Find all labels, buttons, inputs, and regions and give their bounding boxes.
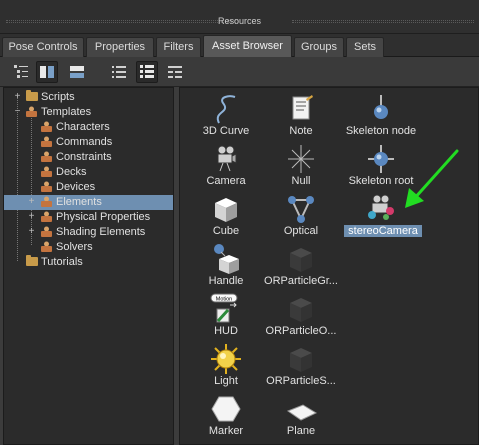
camera-icon: [217, 145, 237, 172]
tree-item-scripts[interactable]: + Scripts: [4, 90, 173, 105]
tree-item-label: Commands: [56, 136, 113, 148]
stereo-camera-icon: [368, 194, 394, 220]
tree-item-label: Tutorials: [41, 256, 83, 268]
titlebar-grip-right: [292, 20, 474, 23]
asset-note[interactable]: Note: [256, 91, 346, 141]
template-icon: [41, 121, 52, 132]
tree-item-label: Shading Elements: [56, 226, 146, 238]
split-vertical-icon[interactable]: [36, 61, 58, 83]
tree-item-templates[interactable]: − Templates: [4, 105, 173, 120]
tree-item-elements[interactable]: + Elements: [4, 195, 173, 210]
tree-item-label: Characters: [56, 121, 110, 133]
split-horizontal-icon[interactable]: [66, 61, 88, 83]
tree-item-label: Solvers: [56, 241, 93, 253]
skeleton-node-icon: [374, 95, 388, 119]
asset-label: ORParticleGr...: [264, 275, 338, 287]
folder-icon: [26, 255, 38, 266]
tree-item-characters[interactable]: Characters: [4, 120, 173, 135]
hud-icon: Motion: [210, 293, 238, 323]
detail-view-icon[interactable]: [164, 61, 186, 83]
asset-label: stereoCamera: [344, 225, 422, 237]
tree-item-label: Devices: [56, 181, 96, 193]
particle-box-icon: [290, 298, 312, 322]
tree-item-label: Elements: [56, 196, 102, 208]
tree-item-label: Constraints: [56, 151, 112, 163]
asset-browser-toolbar: [0, 57, 479, 87]
tab-sets[interactable]: Sets: [346, 37, 384, 57]
light-icon: [211, 344, 241, 374]
tree-item-tutorials[interactable]: Tutorials: [4, 255, 173, 270]
tab-groups[interactable]: Groups: [294, 37, 344, 57]
asset-label: ORParticleS...: [266, 375, 336, 387]
asset-skeleton-node[interactable]: Skeleton node: [336, 91, 426, 141]
template-icon: [41, 226, 52, 237]
asset-plane[interactable]: Plane: [256, 391, 346, 441]
tree-item-label: Decks: [56, 166, 87, 178]
template-icon: [41, 196, 52, 207]
template-icon: [41, 151, 52, 162]
tab-pose-controls[interactable]: Pose Controls: [2, 37, 84, 57]
cube-icon: [215, 198, 237, 222]
asset-orparticle-o[interactable]: ORParticleO...: [256, 291, 346, 341]
template-icon: [41, 181, 52, 192]
svg-text:Motion: Motion: [216, 297, 233, 303]
template-icon: [41, 136, 52, 147]
handle-icon: [214, 244, 239, 274]
template-icon: [41, 166, 52, 177]
tree-item-label: Scripts: [41, 91, 75, 103]
tab-properties[interactable]: Properties: [86, 37, 154, 57]
note-icon: [292, 95, 313, 120]
asset-label: Optical: [283, 225, 319, 237]
tree-item-label: Templates: [41, 106, 92, 118]
tree-item-devices[interactable]: Devices: [4, 180, 173, 195]
folder-icon: [26, 90, 38, 101]
tree-item-label: Physical Properties: [56, 211, 151, 223]
list-view-icon[interactable]: [108, 61, 130, 83]
asset-orparticle-s[interactable]: ORParticleS...: [256, 341, 346, 391]
asset-null[interactable]: Null: [256, 141, 346, 191]
curve-icon: [216, 95, 236, 124]
marker-icon: [211, 396, 241, 422]
asset-label: ORParticleO...: [265, 325, 337, 337]
asset-orparticle-gr[interactable]: ORParticleGr...: [256, 241, 346, 291]
expand-icon[interactable]: +: [27, 197, 36, 207]
skeleton-root-icon: [368, 145, 394, 173]
asset-label: Skeleton node: [345, 125, 417, 137]
panel-titlebar: Resources: [0, 0, 479, 34]
tree-item-solvers[interactable]: Solvers: [4, 240, 173, 255]
expand-icon[interactable]: +: [27, 212, 36, 222]
asset-optical[interactable]: Optical: [256, 191, 346, 241]
asset-label: Null: [291, 175, 311, 187]
tab-asset-browser[interactable]: Asset Browser: [203, 35, 292, 57]
annotation-arrow-icon: [405, 149, 459, 208]
tree-item-constraints[interactable]: Constraints: [4, 150, 173, 165]
tab-bar: Pose Controls Properties Filters Asset B…: [0, 34, 479, 57]
folder-tree: + Scripts − Templates Characters Command…: [3, 87, 174, 445]
asset-label: Note: [289, 125, 313, 137]
expand-icon[interactable]: +: [13, 92, 22, 102]
expand-icon[interactable]: +: [27, 227, 36, 237]
asset-grid: 3D Curve Note Skeleton node Camera Null …: [179, 87, 479, 445]
template-icon: [41, 241, 52, 252]
tree-item-shading-elements[interactable]: + Shading Elements: [4, 225, 173, 240]
icon-view-icon[interactable]: [136, 61, 158, 83]
particle-box-icon: [290, 248, 312, 272]
tab-filters[interactable]: Filters: [156, 37, 201, 57]
tree-item-commands[interactable]: Commands: [4, 135, 173, 150]
template-icon: [26, 106, 37, 117]
collapse-icon[interactable]: −: [13, 107, 22, 117]
optical-icon: [288, 196, 314, 223]
asset-label: Plane: [286, 425, 316, 437]
template-icon: [41, 211, 52, 222]
plane-icon: [286, 404, 318, 421]
tree-item-physical-properties[interactable]: + Physical Properties: [4, 210, 173, 225]
particle-box-icon: [290, 348, 312, 372]
null-icon: [288, 145, 314, 173]
tree-view-icon[interactable]: [10, 61, 32, 83]
tree-item-decks[interactable]: Decks: [4, 165, 173, 180]
